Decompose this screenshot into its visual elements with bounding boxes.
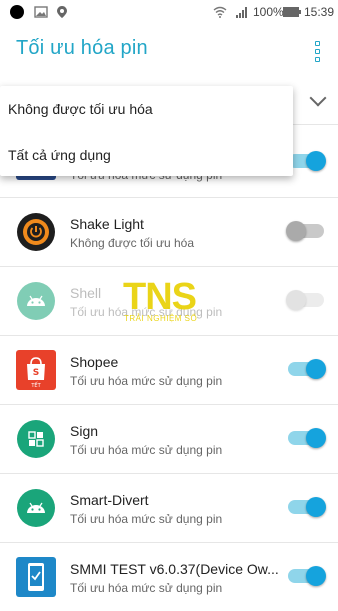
- battery-percent: 100%: [253, 5, 284, 19]
- sign-icon: [17, 420, 55, 458]
- list-item[interactable]: Sign Tối ưu hóa mức sử dụng pin: [0, 404, 338, 474]
- svg-text:TẾT: TẾT: [30, 381, 41, 389]
- app-name: SMMI TEST v6.0.37(Device Ow...: [70, 561, 279, 577]
- clock: 15:39: [304, 5, 335, 19]
- watermark-logo: TNS TRẢI NGHIỆM SỐ: [123, 276, 223, 326]
- app-name: Shell: [70, 285, 102, 301]
- app-subtitle: Không được tối ưu hóa: [70, 236, 195, 250]
- notification-dot-icon: [10, 5, 24, 19]
- optimize-toggle[interactable]: [286, 221, 324, 241]
- location-icon: [57, 6, 67, 18]
- app-name: Sign: [70, 423, 99, 439]
- app-bar: Tối ưu hóa pin: [0, 24, 338, 74]
- phone-check-icon: [16, 557, 56, 597]
- menu-item-all-apps[interactable]: Tất cả ứng dụng: [8, 147, 111, 163]
- list-item[interactable]: Shake Light Không được tối ưu hóa: [0, 197, 338, 267]
- page-title: Tối ưu hóa pin: [16, 37, 148, 59]
- optimize-toggle[interactable]: [288, 359, 326, 379]
- optimize-toggle[interactable]: [288, 497, 326, 517]
- app-subtitle: Tối ưu hóa mức sử dụng pin: [70, 443, 223, 457]
- optimize-toggle[interactable]: [288, 428, 326, 448]
- shopee-bag-icon: S TẾT: [16, 350, 56, 390]
- list-item[interactable]: S TẾT Shopee Tối ưu hóa mức sử dụng pin: [0, 335, 338, 405]
- chevron-down-icon: [309, 89, 327, 107]
- signal-icon: [236, 7, 247, 18]
- battery-icon: [283, 7, 301, 17]
- wifi-icon: [213, 6, 227, 18]
- watermark-subtitle: TRẢI NGHIỆM SỐ: [124, 314, 198, 323]
- image-icon: [34, 6, 48, 18]
- filter-dropdown-menu: Không được tối ưu hóa Tất cả ứng dụng: [0, 86, 293, 176]
- app-name: Shopee: [70, 354, 119, 370]
- menu-item-not-optimized[interactable]: Không được tối ưu hóa: [8, 101, 153, 117]
- optimize-toggle[interactable]: [288, 566, 326, 586]
- app-subtitle: Tối ưu hóa mức sử dụng pin: [70, 374, 223, 388]
- optimize-toggle[interactable]: [286, 290, 324, 310]
- app-subtitle: Tối ưu hóa mức sử dụng pin: [70, 581, 223, 595]
- app-name: Shake Light: [70, 216, 144, 232]
- watermark-letters: TNS: [123, 276, 197, 318]
- optimize-toggle[interactable]: [288, 151, 326, 171]
- app-subtitle: Tối ưu hóa mức sử dụng pin: [70, 512, 223, 526]
- android-icon: [17, 282, 55, 320]
- flashlight-icon: [17, 213, 55, 251]
- app-name: Smart-Divert: [70, 492, 149, 508]
- android-icon: [17, 489, 55, 527]
- list-item[interactable]: SMMI TEST v6.0.37(Device Ow... Tối ưu hó…: [0, 542, 338, 611]
- status-bar: 100% 15:39: [0, 0, 338, 24]
- more-options-icon[interactable]: [314, 41, 322, 62]
- svg-text:S: S: [33, 368, 39, 378]
- list-item[interactable]: Smart-Divert Tối ưu hóa mức sử dụng pin: [0, 473, 338, 543]
